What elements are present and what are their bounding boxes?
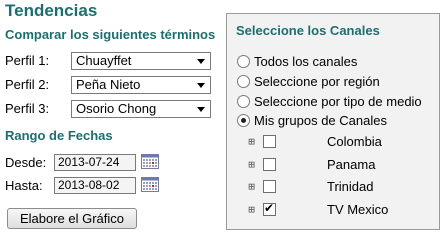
profile-3-select[interactable]: Osorio Chong <box>71 100 211 118</box>
group-label: Panama <box>327 157 376 172</box>
profile-2-label: Perfil 2: <box>5 77 50 92</box>
channels-heading: Seleccione los Canales <box>236 23 380 38</box>
chevron-down-icon <box>197 83 205 88</box>
profile-1-label: Perfil 1: <box>5 53 50 68</box>
radio-label: Seleccione por tipo de medio <box>254 94 422 109</box>
profile-3-value: Osorio Chong <box>76 101 157 116</box>
expand-plus-icon[interactable]: ⊞ <box>246 204 257 215</box>
radio-label: Seleccione por región <box>254 74 380 89</box>
profile-1-select[interactable]: Chuayffet <box>71 52 211 70</box>
expand-plus-icon[interactable]: ⊞ <box>246 181 257 192</box>
channels-panel: Seleccione los Canales Todos los canales… <box>226 13 440 230</box>
radio-icon[interactable] <box>237 55 250 68</box>
build-chart-button[interactable]: Elabore el Gráfico <box>7 208 137 229</box>
radio-icon[interactable] <box>237 95 250 108</box>
from-date-label: Desde: <box>5 155 47 170</box>
expand-plus-icon[interactable]: ⊞ <box>246 159 257 170</box>
to-date-label: Hasta: <box>5 178 43 193</box>
profile-2-select[interactable]: Peña Nieto <box>71 76 211 94</box>
radio-selected-icon[interactable] <box>237 114 250 127</box>
to-date-input[interactable]: 2013-08-02 <box>54 177 136 194</box>
expand-plus-icon[interactable]: ⊞ <box>246 136 257 147</box>
group-checkbox[interactable] <box>263 180 276 193</box>
chevron-down-icon <box>197 59 205 64</box>
profile-1-value: Chuayffet <box>76 53 132 68</box>
radio-label: Todos los canales <box>254 54 358 69</box>
page-title: Tendencias <box>5 1 98 20</box>
from-date-input[interactable]: 2013-07-24 <box>54 154 136 171</box>
radio-icon[interactable] <box>237 75 250 88</box>
group-label: TV Mexico <box>327 202 389 217</box>
group-label: Colombia <box>327 134 382 149</box>
terms-heading: Comparar los siguientes términos <box>5 27 216 42</box>
calendar-icon[interactable] <box>141 177 159 192</box>
calendar-icon[interactable] <box>141 154 159 169</box>
chevron-down-icon <box>197 107 205 112</box>
profile-2-value: Peña Nieto <box>76 77 141 92</box>
radio-label: Mis grupos de Canales <box>254 113 387 128</box>
group-checkbox[interactable] <box>263 135 276 148</box>
date-range-heading: Rango de Fechas <box>5 128 113 143</box>
group-checkbox-checked[interactable] <box>263 201 276 216</box>
group-checkbox[interactable] <box>263 158 276 171</box>
profile-3-label: Perfil 3: <box>5 101 50 116</box>
group-label: Trinidad <box>327 179 374 194</box>
